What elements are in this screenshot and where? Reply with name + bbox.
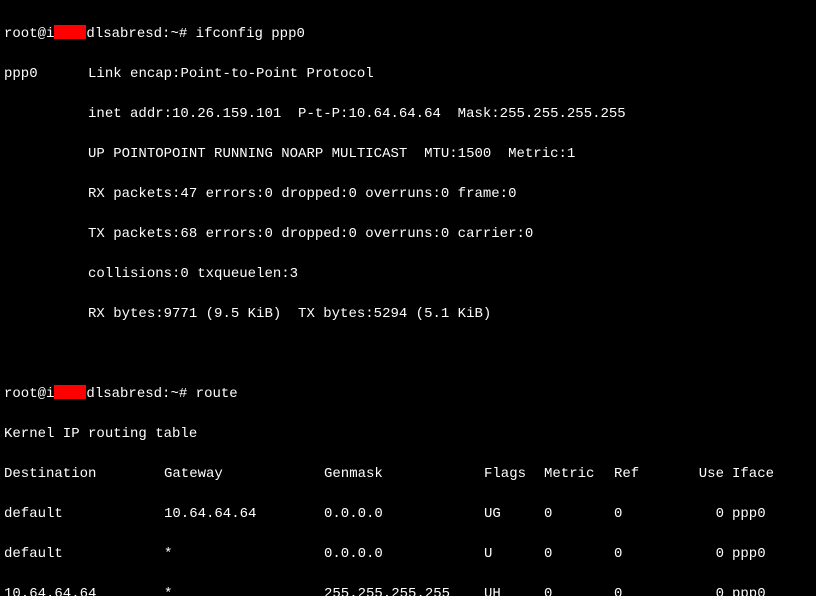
ifconfig-flags: UP POINTOPOINT RUNNING NOARP MULTICAST M… <box>4 144 812 164</box>
ifconfig-bytes: RX bytes:9771 (9.5 KiB) TX bytes:5294 (5… <box>4 304 812 324</box>
cmd-route: route <box>196 386 238 402</box>
blank-line <box>4 344 812 364</box>
route-row: default*0.0.0.0U000ppp0 <box>4 544 812 564</box>
prompt-line: root@idlsabresd:~# route <box>4 384 812 404</box>
user: root <box>4 26 38 42</box>
ifconfig-rx: RX packets:47 errors:0 dropped:0 overrun… <box>4 184 812 204</box>
ifconfig-output: ppp0 Link encap:Point-to-Point Protocol <box>4 64 812 84</box>
route-cols: DestinationGatewayGenmaskFlagsMetricRefU… <box>4 464 812 484</box>
route-row: default10.64.64.640.0.0.0UG000ppp0 <box>4 504 812 524</box>
ifconfig-coll: collisions:0 txqueuelen:3 <box>4 264 812 284</box>
cmd-ifconfig: ifconfig ppp0 <box>196 26 305 42</box>
ifconfig-inet: inet addr:10.26.159.101 P-t-P:10.64.64.6… <box>4 104 812 124</box>
route-row: 10.64.64.64*255.255.255.255UH000ppp0 <box>4 584 812 596</box>
route-header: Kernel IP routing table <box>4 424 812 444</box>
ifconfig-tx: TX packets:68 errors:0 dropped:0 overrun… <box>4 224 812 244</box>
redacted-hostname <box>54 25 86 39</box>
terminal[interactable]: root@idlsabresd:~# ifconfig ppp0 ppp0 Li… <box>0 0 816 596</box>
redacted-hostname <box>54 385 86 399</box>
prompt-line: root@idlsabresd:~# ifconfig ppp0 <box>4 24 812 44</box>
